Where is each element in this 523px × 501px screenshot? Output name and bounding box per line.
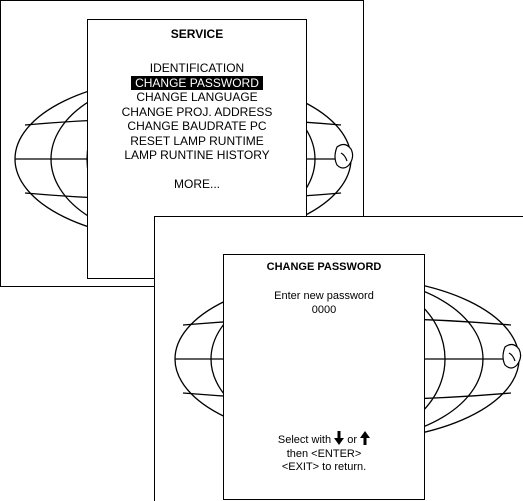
hint-select-prefix: Select with [277, 434, 332, 446]
change-password-dialog: CHANGE PASSWORD Enter new password 0000 … [223, 254, 425, 500]
menu-item-change-language[interactable]: CHANGE LANGUAGE [88, 90, 306, 105]
arrow-up-icon [360, 431, 371, 445]
menu-item-reset-lamp-runtime[interactable]: RESET LAMP RUNTIME [88, 134, 306, 149]
menu-item-change-baudrate-pc[interactable]: CHANGE BAUDRATE PC [88, 119, 306, 134]
menu-item-identification[interactable]: IDENTIFICATION [88, 61, 306, 76]
hint-select-line: Select with or [224, 431, 424, 448]
hint-exit: <EXIT> to return. [281, 461, 367, 473]
password-value[interactable]: 0000 [224, 304, 424, 318]
menu-item-change-proj-address[interactable]: CHANGE PROJ. ADDRESS [88, 105, 306, 120]
password-prompt: Enter new password [274, 290, 374, 302]
menu-item-more[interactable]: MORE... [88, 177, 306, 192]
menu-item-lamp-runtine-history[interactable]: LAMP RUNTINE HISTORY [88, 148, 306, 163]
service-menu-title: SERVICE [170, 27, 224, 41]
password-screen: CHANGE PASSWORD Enter new password 0000 … [154, 216, 523, 501]
hint-or: or [347, 434, 358, 446]
hint-enter: then <ENTER> [286, 447, 362, 460]
dialog-title: CHANGE PASSWORD [266, 261, 382, 273]
arrow-down-icon [334, 431, 345, 445]
menu-item-change-password[interactable]: CHANGE PASSWORD [88, 75, 306, 91]
